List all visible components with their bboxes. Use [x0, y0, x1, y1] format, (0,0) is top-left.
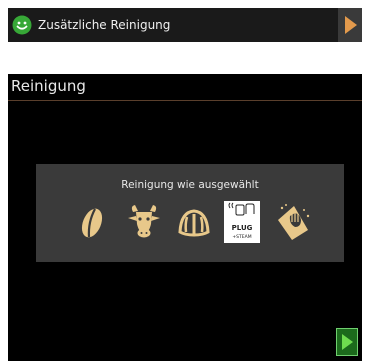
plug-steam-icon: PLUG +STEAM — [224, 201, 260, 243]
plug-sublabel: +STEAM — [232, 234, 251, 240]
cow-milk-icon — [128, 205, 160, 238]
play-button[interactable] — [336, 328, 358, 356]
top-bar-title: Zusätzliche Reinigung — [38, 18, 171, 32]
panel-title: Reinigung wie ausgewählt — [121, 179, 259, 191]
coffee-bean-icon — [81, 208, 103, 238]
screen-heading: Reinigung — [11, 77, 86, 95]
next-button[interactable] — [338, 8, 362, 42]
cleaning-cloth-icon — [278, 204, 310, 240]
cleaning-panel: Reinigung wie ausgewählt PLUG +STEAM — [36, 164, 344, 262]
play-icon — [342, 334, 353, 350]
top-bar: Zusätzliche Reinigung — [8, 8, 362, 42]
steam-wand-icon — [178, 209, 210, 237]
cleaning-screen: Reinigung Reinigung wie ausgewählt PLUG … — [8, 74, 362, 361]
smile-icon — [12, 15, 32, 35]
plug-label: PLUG — [232, 224, 253, 232]
heading-divider — [8, 100, 362, 101]
arrow-right-icon — [345, 16, 357, 34]
